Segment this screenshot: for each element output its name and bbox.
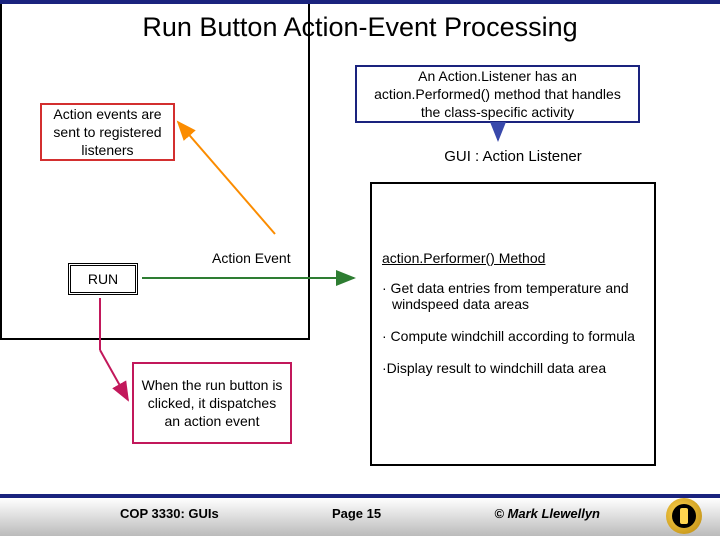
listener-desc-box: An Action.Listener has an action.Perform… (355, 65, 640, 123)
footer-text: COP 3330: GUIs Page 15 © Mark Llewellyn (0, 506, 720, 521)
top-rule (0, 0, 720, 4)
run-button-box: RUN (68, 263, 138, 295)
gui-outer-box (0, 0, 310, 340)
method-name: action.Performer() Method (382, 250, 644, 266)
action-event-label: Action Event (212, 250, 291, 266)
bullet-item: · Compute windchill according to formula (382, 328, 644, 344)
footer-copy: © Mark Llewellyn (494, 506, 600, 521)
events-sent-text: Action events are sent to registered lis… (48, 105, 167, 160)
gui-title: GUI : Action Listener (358, 148, 668, 165)
bullet-item: · Get data entries from temperature and … (382, 280, 644, 312)
footer-page: Page 15 (332, 506, 381, 521)
footer-course: COP 3330: GUIs (120, 506, 219, 521)
method-bullets: · Get data entries from temperature and … (382, 280, 644, 376)
bullet-item: ·Display result to windchill data area (382, 360, 644, 376)
ucf-logo-icon (666, 498, 702, 534)
run-label: RUN (88, 270, 118, 288)
listener-desc-text: An Action.Listener has an action.Perform… (363, 67, 632, 122)
arrow-magenta (100, 350, 128, 400)
dispatch-text: When the run button is clicked, it dispa… (140, 376, 284, 431)
dispatch-box: When the run button is clicked, it dispa… (132, 362, 292, 444)
slide-title: Run Button Action-Event Processing (0, 12, 720, 43)
events-sent-box: Action events are sent to registered lis… (40, 103, 175, 161)
gui-inner-box: action.Performer() Method · Get data ent… (370, 182, 656, 466)
